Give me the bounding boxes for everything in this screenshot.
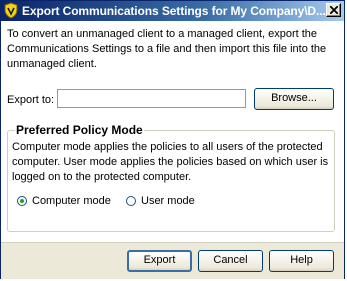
export-to-label: Export to: xyxy=(7,94,55,106)
dialog-description: To convert an unmanaged client to a mana… xyxy=(7,28,327,70)
browse-button[interactable]: Browse... xyxy=(254,88,334,110)
title-bar[interactable]: Export Communications Settings for My Co… xyxy=(1,1,344,21)
radio-label-user-mode: User mode xyxy=(141,195,195,207)
close-button[interactable] xyxy=(326,3,341,17)
cancel-button[interactable]: Cancel xyxy=(198,250,263,272)
policy-mode-description: Computer mode applies the policies to al… xyxy=(12,141,329,183)
radio-user-mode[interactable]: User mode xyxy=(126,195,195,207)
dialog-window: Export Communications Settings for My Co… xyxy=(0,0,345,279)
close-icon xyxy=(330,6,338,14)
button-bar: Export Cancel Help xyxy=(1,242,344,279)
radio-button-checked[interactable] xyxy=(17,196,27,206)
dialog-content: To convert an unmanaged client to a mana… xyxy=(1,21,344,242)
window-title: Export Communications Settings for My Co… xyxy=(22,4,326,18)
radio-button-unchecked[interactable] xyxy=(126,196,136,206)
radio-computer-mode[interactable]: Computer mode xyxy=(17,195,111,207)
radio-label-computer-mode: Computer mode xyxy=(32,195,111,207)
export-button[interactable]: Export xyxy=(127,250,192,272)
shield-icon xyxy=(3,2,19,19)
help-button[interactable]: Help xyxy=(269,250,334,272)
export-path-input[interactable] xyxy=(57,89,246,108)
group-title: Preferred Policy Mode xyxy=(15,123,144,137)
preferred-policy-mode-group: Preferred Policy Mode Computer mode appl… xyxy=(7,123,335,232)
